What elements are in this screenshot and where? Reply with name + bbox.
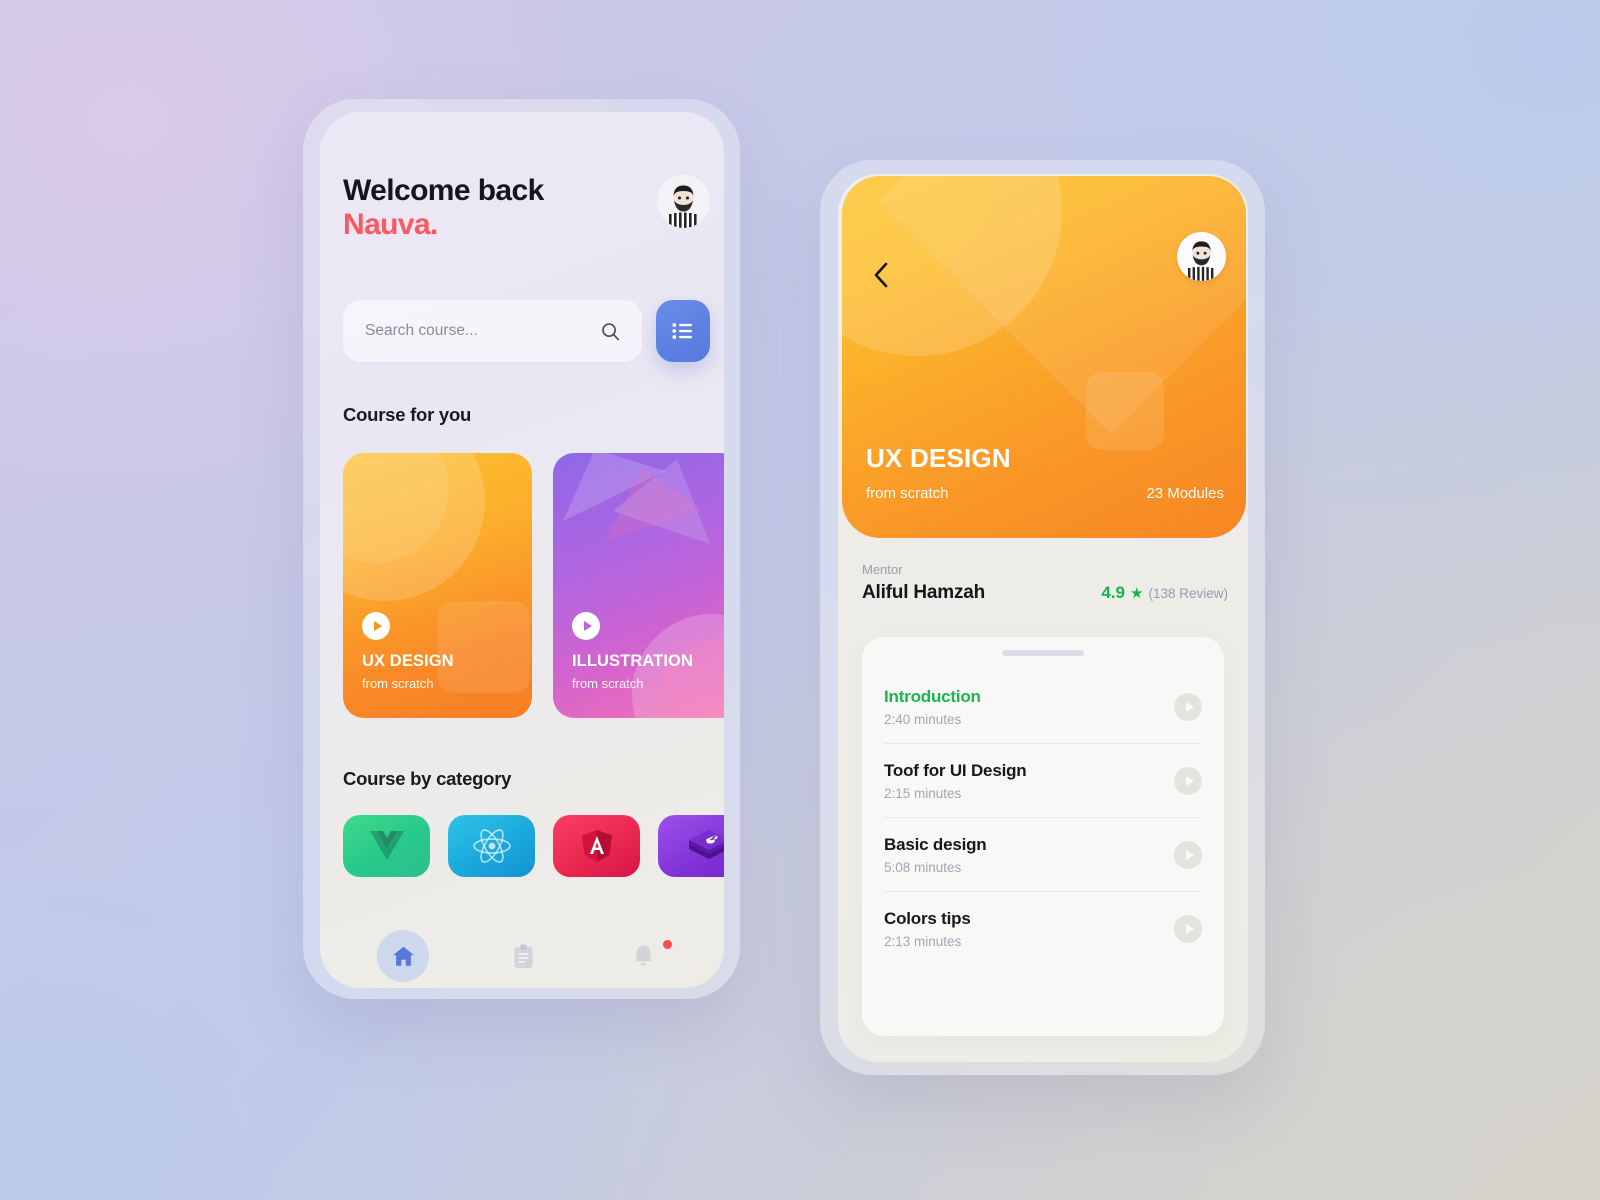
course-subtitle: from scratch bbox=[362, 676, 434, 691]
avatar-image bbox=[657, 175, 710, 228]
angular-logo-icon bbox=[581, 830, 612, 862]
filter-button[interactable] bbox=[656, 300, 710, 362]
welcome-heading: Welcome back Nauva. bbox=[343, 174, 544, 241]
lesson-list: Introduction 2:40 minutes Toof for UI De… bbox=[862, 656, 1224, 965]
lesson-name: Introduction bbox=[884, 687, 981, 706]
lesson-text-group: Basic design 5:08 minutes bbox=[884, 835, 987, 875]
lesson-item[interactable]: Toof for UI Design 2:15 minutes bbox=[884, 744, 1202, 818]
lesson-name: Basic design bbox=[884, 835, 987, 854]
lesson-item[interactable]: Basic design 5:08 minutes bbox=[884, 818, 1202, 892]
category-tile-angular[interactable] bbox=[553, 815, 640, 877]
vue-logo-icon bbox=[369, 831, 404, 860]
bottom-navigation bbox=[343, 927, 703, 985]
lesson-text-group: Colors tips 2:13 minutes bbox=[884, 909, 971, 949]
search-icon bbox=[602, 322, 620, 340]
home-icon bbox=[392, 946, 414, 966]
course-card-ux-design[interactable]: UX DESIGN from scratch bbox=[343, 453, 532, 718]
nav-active-indicator bbox=[377, 930, 429, 982]
lesson-item[interactable]: Introduction 2:40 minutes bbox=[884, 670, 1202, 744]
category-tile-vue[interactable] bbox=[343, 815, 430, 877]
notification-badge bbox=[663, 940, 672, 949]
back-button[interactable] bbox=[864, 258, 898, 292]
lesson-duration: 5:08 minutes bbox=[884, 860, 962, 875]
avatar-image bbox=[1177, 232, 1226, 281]
course-carousel: UX DESIGN from scratch ILLUSTRATION from… bbox=[343, 453, 724, 718]
search-bar[interactable] bbox=[343, 300, 642, 362]
category-carousel bbox=[343, 815, 724, 877]
react-logo-icon bbox=[472, 829, 511, 863]
avatar[interactable] bbox=[657, 175, 710, 228]
course-title: UX DESIGN bbox=[362, 652, 454, 670]
play-icon[interactable] bbox=[572, 612, 600, 640]
hero-module-count: 23 Modules bbox=[1146, 485, 1224, 502]
rating-value: 4.9 bbox=[1101, 583, 1126, 602]
section-title-for-you: Course for you bbox=[343, 404, 472, 425]
play-icon[interactable] bbox=[1174, 915, 1202, 943]
lesson-duration: 2:15 minutes bbox=[884, 786, 962, 801]
mentor-row: Aliful Hamzah 4.9 ★ (138 Review) bbox=[862, 582, 1228, 604]
decor-square bbox=[1086, 372, 1164, 450]
lesson-duration: 2:13 minutes bbox=[884, 934, 962, 949]
course-hero-banner: UX DESIGN from scratch 23 Modules bbox=[842, 176, 1246, 538]
lesson-list-card: Introduction 2:40 minutes Toof for UI De… bbox=[862, 637, 1224, 1036]
star-icon: ★ bbox=[1130, 585, 1144, 602]
lesson-duration: 2:40 minutes bbox=[884, 712, 962, 727]
list-filter-icon bbox=[672, 323, 692, 339]
lesson-text-group: Toof for UI Design 2:15 minutes bbox=[884, 761, 1027, 801]
decor-star-shapes bbox=[563, 453, 710, 544]
lesson-name: Toof for UI Design bbox=[884, 761, 1027, 780]
lesson-text-group: Introduction 2:40 minutes bbox=[884, 687, 981, 727]
mentor-name: Aliful Hamzah bbox=[862, 582, 986, 603]
course-title: ILLUSTRATION bbox=[572, 652, 693, 670]
avatar[interactable] bbox=[1177, 232, 1226, 281]
play-icon[interactable] bbox=[1174, 767, 1202, 795]
search-input[interactable] bbox=[365, 322, 601, 340]
category-tile-react[interactable] bbox=[448, 815, 535, 877]
lesson-name: Colors tips bbox=[884, 909, 971, 928]
mentor-section: Mentor Aliful Hamzah 4.9 ★ (138 Review) bbox=[862, 562, 1228, 604]
mentor-label: Mentor bbox=[862, 562, 903, 577]
clipboard-icon bbox=[514, 944, 532, 968]
decor-square bbox=[438, 601, 530, 693]
course-detail-screen: UX DESIGN from scratch 23 Modules Mentor… bbox=[838, 174, 1248, 1062]
hero-title: UX DESIGN bbox=[866, 443, 1011, 473]
bell-icon bbox=[633, 945, 653, 966]
lesson-item[interactable]: Colors tips 2:13 minutes bbox=[884, 892, 1202, 965]
play-icon[interactable] bbox=[362, 612, 390, 640]
course-card-illustration[interactable]: ILLUSTRATION from scratch bbox=[553, 453, 724, 718]
chevron-left-icon bbox=[874, 262, 887, 288]
nav-item-home[interactable] bbox=[343, 927, 463, 985]
nav-item-tasks[interactable] bbox=[463, 927, 583, 985]
course-subtitle: from scratch bbox=[572, 676, 644, 691]
category-tile-bootstrap[interactable] bbox=[658, 815, 724, 877]
hero-subtitle: from scratch bbox=[866, 485, 949, 502]
nav-item-notifications[interactable] bbox=[583, 927, 703, 985]
home-screen: Welcome back Nauva. Search course... Cou… bbox=[320, 112, 724, 988]
play-icon[interactable] bbox=[1174, 693, 1202, 721]
play-icon[interactable] bbox=[1174, 841, 1202, 869]
section-title-category: Course by category bbox=[343, 768, 512, 789]
welcome-user-name: Nauva. bbox=[343, 207, 438, 241]
rating: 4.9 ★ (138 Review) bbox=[1101, 583, 1228, 603]
welcome-line-1: Welcome back bbox=[343, 174, 544, 207]
rating-review-count: (138 Review) bbox=[1148, 586, 1228, 601]
bootstrap-logo-icon bbox=[688, 830, 724, 859]
